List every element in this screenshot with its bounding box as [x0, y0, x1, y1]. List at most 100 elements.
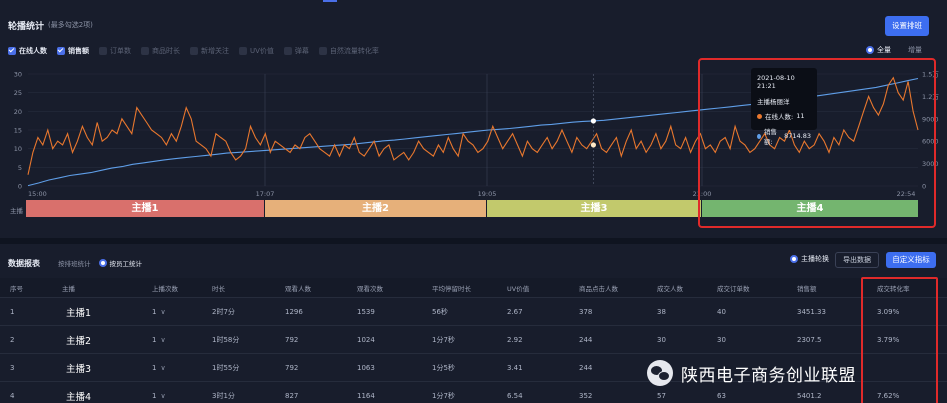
report-mode-group: 按排班统计 按员工统计: [58, 258, 142, 268]
metric-natural-conversion[interactable]: 自然流量转化率: [318, 46, 379, 56]
panel-subtitle: (最多勾选2项): [48, 21, 93, 29]
table-cell: 792: [285, 335, 299, 344]
table-cell: 30: [657, 335, 666, 344]
table-cell: 1分7秒: [432, 391, 455, 400]
anchor-name-cell: 主播1: [66, 307, 92, 319]
anchor-rotation-toggle[interactable]: 主播轮换: [790, 254, 829, 264]
watermark: 陕西电子商务创业联盟: [647, 360, 856, 386]
y-left-tick-label: 15: [14, 127, 22, 135]
table-cell: 1063: [357, 363, 375, 372]
table-cell: 2307.5: [797, 335, 822, 344]
table-cell: 40: [717, 307, 726, 316]
column-header: 序号: [10, 284, 23, 293]
metric-online-users[interactable]: 在线人数: [8, 46, 47, 56]
column-header: 平均停留时长: [432, 284, 471, 293]
x-tick-label: 17:07: [256, 190, 275, 198]
column-header: 成交订单数: [717, 284, 750, 293]
table-row[interactable]: 1 主播1 1 ∨ 2时7分 1296 1539 56秒 2.67 378 38 40 3451.33 3…: [0, 297, 947, 325]
y-axis-left: 0 5 10 15 20 25 30: [14, 71, 22, 191]
anchor-axis-label: 主播: [10, 207, 23, 215]
tab-indicator: [323, 0, 337, 2]
metric-checkbox-group: 在线人数 销售额 订单数 商品时长 新增关注 UV价值 弹幕 自然流量转化率: [8, 46, 379, 56]
table-cell: 3: [10, 363, 15, 372]
mode-by-schedule[interactable]: 按排班统计: [58, 258, 91, 268]
x-tick-label: 15:00: [28, 190, 47, 198]
table-cell: 4: [10, 391, 15, 400]
anchor-name-cell: 主播4: [66, 391, 92, 403]
checkbox-icon: [283, 47, 292, 55]
table-cell: 3451.33: [797, 307, 826, 316]
watermark-text: 陕西电子商务创业联盟: [681, 365, 856, 386]
hover-point-online: [590, 142, 597, 148]
metric-uv-value[interactable]: UV价值: [239, 46, 274, 56]
session-count-select[interactable]: 1 ∨: [142, 354, 202, 381]
highlight-box-conversion: [861, 277, 938, 403]
y-left-tick-label: 20: [14, 108, 22, 116]
table-cell: 38: [657, 307, 666, 316]
column-header: 主播: [62, 284, 75, 293]
checkbox-icon: [8, 47, 16, 55]
column-header: UV价值: [507, 284, 530, 293]
table-cell: 2.67: [507, 307, 523, 316]
column-header: 观看次数: [357, 284, 383, 293]
checkbox-icon: [318, 47, 327, 55]
table-cell: 1296: [285, 307, 303, 316]
table-cell: 1时58分: [212, 335, 240, 344]
x-tick-label: 19:05: [478, 190, 497, 198]
checkbox-icon: [190, 47, 198, 55]
table-cell: 792: [285, 363, 299, 372]
session-count-select[interactable]: 1 ∨: [142, 382, 202, 403]
checkbox-icon: [57, 47, 65, 55]
metric-sales[interactable]: 销售额: [57, 46, 89, 56]
scope-increment-radio[interactable]: 增量: [908, 45, 922, 55]
column-header: 时长: [212, 284, 225, 293]
setting-schedule-button[interactable]: 设置排班: [885, 16, 929, 36]
table-cell: 1时55分: [212, 363, 240, 372]
session-count-select[interactable]: 1 ∨: [142, 326, 202, 353]
column-header: 观看人数: [285, 284, 311, 293]
table-cell: 2: [10, 335, 15, 344]
metric-new-follows[interactable]: 新增关注: [190, 46, 229, 56]
y-left-tick-label: 30: [14, 71, 22, 79]
table-row[interactable]: 2 主播2 1 ∨ 1时58分 792 1024 1分7秒 2.92 244 30 30 2307.5 3…: [0, 325, 947, 353]
table-cell: 3.41: [507, 363, 523, 372]
table-cell: 56秒: [432, 307, 448, 316]
table-header: 序号 主播 上播次数 时长 观看人数 观看次数 平均停留时长 UV价值 商品点击人数 成交人数 成交…: [0, 278, 947, 297]
table-body: 1 主播1 1 ∨ 2时7分 1296 1539 56秒 2.67 378 38 40 3451.33 3…: [0, 297, 947, 403]
chevron-down-icon: ∨: [160, 391, 166, 400]
table-cell: 244: [579, 335, 593, 344]
radio-selected-icon: [790, 255, 798, 263]
anchor-segment-3[interactable]: 主播3: [487, 200, 701, 217]
scope-all-radio[interactable]: 全量: [866, 45, 891, 55]
table-cell: 2时7分: [212, 307, 235, 316]
table-cell: 2.92: [507, 335, 523, 344]
mode-by-staff[interactable]: 按员工统计: [98, 258, 142, 268]
table-cell: 1: [10, 307, 15, 316]
metric-product-duration[interactable]: 商品时长: [141, 46, 180, 56]
table-cell: 244: [579, 363, 593, 372]
table-cell: 1分7秒: [432, 335, 455, 344]
custom-metrics-button[interactable]: 自定义指标: [886, 252, 936, 268]
anchor-segment-1[interactable]: 主播1: [26, 200, 264, 217]
wechat-icon: [647, 360, 673, 386]
metric-comments[interactable]: 弹幕: [283, 46, 309, 56]
panel-title: 轮播统计: [8, 22, 45, 32]
table-cell: 1539: [357, 307, 375, 316]
column-header: 上播次数: [152, 284, 178, 293]
anchor-segment-2[interactable]: 主播2: [265, 200, 486, 217]
table-cell: 1分5秒: [432, 363, 455, 372]
anchor-name-cell: 主播3: [66, 363, 92, 375]
radio-selected-icon: [866, 46, 874, 54]
y-left-tick-label: 5: [18, 164, 22, 172]
chevron-down-icon: ∨: [160, 307, 166, 316]
report-title: 数据报表: [8, 259, 40, 268]
checkbox-icon: [99, 47, 107, 55]
session-count-select[interactable]: 1 ∨: [142, 298, 202, 325]
anchor-name-cell: 主播2: [66, 335, 92, 347]
export-data-button[interactable]: 导出数据: [835, 252, 879, 268]
metric-orders[interactable]: 订单数: [99, 46, 131, 56]
highlight-box-chart: [698, 58, 936, 228]
radio-selected-icon: [98, 259, 107, 267]
table-cell: 378: [579, 307, 593, 316]
y-left-tick-label: 25: [14, 89, 22, 97]
